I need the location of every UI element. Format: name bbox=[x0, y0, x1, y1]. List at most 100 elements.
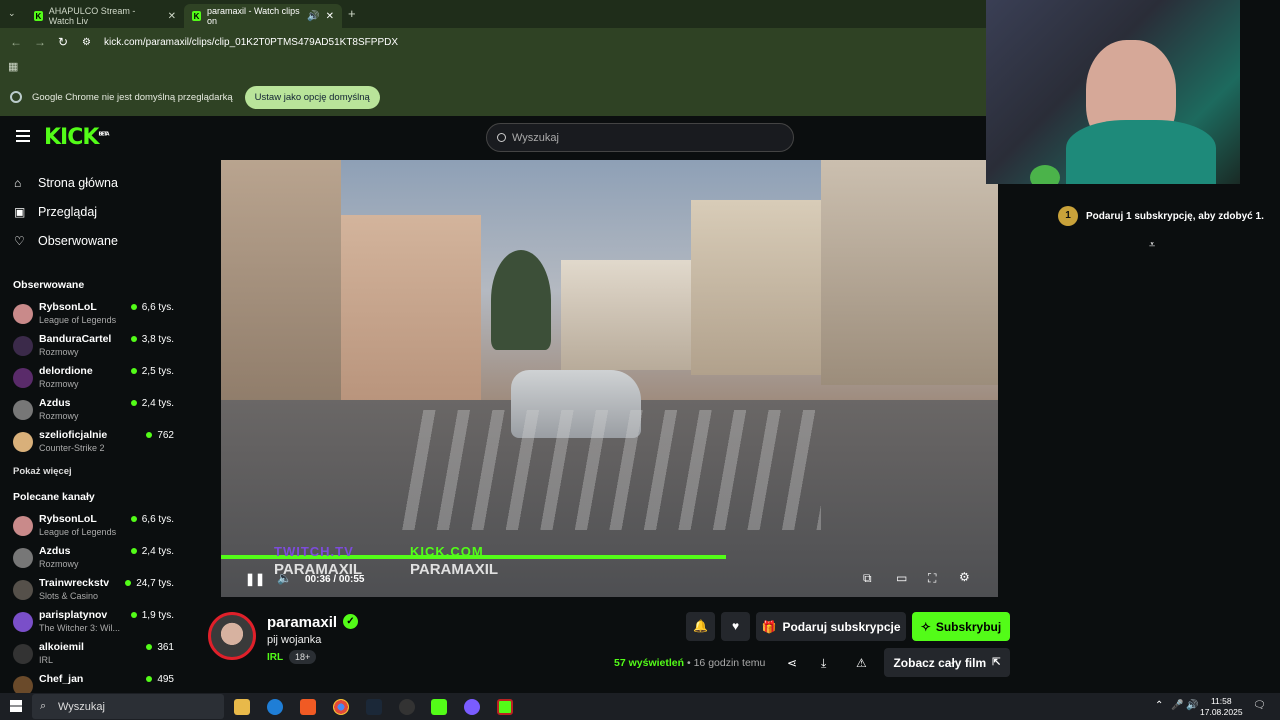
building-right-2 bbox=[821, 160, 998, 385]
sparkle-icon: ✧ bbox=[920, 619, 931, 634]
channel-row[interactable]: Azdus Rozmowy 2,4 tys. bbox=[0, 394, 188, 426]
windows-start-icon[interactable] bbox=[10, 700, 22, 712]
channel-avatar bbox=[13, 400, 33, 420]
channel-row[interactable]: RybsonLoL League of Legends 6,6 tys. bbox=[0, 510, 188, 542]
apps-grid-icon[interactable]: ▦ bbox=[8, 60, 18, 73]
set-default-button[interactable]: Ustaw jako opcję domyślną bbox=[244, 85, 380, 109]
clock[interactable]: 11:58 17.08.2025 bbox=[1200, 696, 1243, 718]
address-bar-row: ← → ↻ ⚙ kick.com/paramaxil/clips/clip_01… bbox=[0, 28, 986, 56]
obs-icon[interactable] bbox=[399, 699, 415, 715]
channel-avatar bbox=[13, 368, 33, 388]
channel-row[interactable]: RybsonLoL League of Legends 6,6 tys. bbox=[0, 298, 188, 330]
taskbar-search[interactable]: ⌕ Wyszukaj bbox=[32, 694, 224, 719]
settings-icon[interactable]: ⚙ bbox=[959, 570, 970, 584]
tab-paramaxil[interactable]: K paramaxil - Watch clips on 🔊 ✕ bbox=[184, 4, 342, 28]
channel-avatar bbox=[13, 580, 33, 600]
channel-avatar bbox=[13, 432, 33, 452]
theater-mode-icon[interactable]: ▭ bbox=[896, 571, 907, 585]
url-field[interactable]: kick.com/paramaxil/clips/clip_01K2T0PTMS… bbox=[104, 37, 398, 48]
recommended-list: RybsonLoL League of Legends 6,6 tys. Azdus R… bbox=[0, 510, 188, 693]
volume-icon[interactable]: 🔈 bbox=[277, 571, 292, 585]
fullscreen-icon[interactable]: ⛶ bbox=[928, 571, 936, 586]
channel-category: Rozmowy bbox=[39, 411, 79, 421]
tab-title: paramaxil - Watch clips on bbox=[206, 6, 300, 26]
channel-row[interactable]: alkoiemil IRL 361 bbox=[0, 638, 188, 670]
site-info-icon[interactable]: ⚙ bbox=[82, 37, 96, 48]
views-info: 57 wyświetleń • 16 godzin temu bbox=[614, 657, 765, 669]
recommended-section-title: Polecane kanały bbox=[13, 491, 95, 503]
channel-category: The Witcher 3: Wil... bbox=[39, 623, 121, 633]
channel-row[interactable]: Azdus Rozmowy 2,4 tys. bbox=[0, 542, 188, 574]
gift-notice: Podaruj 1 subskrypcję, aby zdobyć 1. bbox=[1086, 211, 1264, 222]
category-link[interactable]: IRL bbox=[267, 652, 283, 663]
share-icon[interactable]: ⋖ bbox=[787, 656, 797, 670]
building-corner bbox=[341, 215, 481, 415]
gift-icon: 🎁 bbox=[761, 619, 777, 634]
back-icon[interactable]: ← bbox=[10, 35, 24, 49]
notification-bell-button[interactable]: 🔔 bbox=[686, 612, 715, 641]
channel-avatar[interactable] bbox=[208, 612, 256, 660]
collapse-icon[interactable]: ⩡ bbox=[1149, 239, 1155, 252]
viewer-count: 6,6 tys. bbox=[131, 514, 174, 525]
subscribe-button[interactable]: ✧ Subskrybuj bbox=[912, 612, 1010, 641]
kick-logo[interactable]: KICKBETA bbox=[44, 125, 110, 150]
tab-list-icon[interactable]: ⌄ bbox=[8, 8, 16, 19]
tray-chevron-icon[interactable]: ⌃ bbox=[1155, 700, 1163, 711]
kick-app-icon[interactable] bbox=[431, 699, 447, 715]
speaker-icon[interactable]: 🔊 bbox=[1186, 700, 1198, 711]
follow-heart-button[interactable]: ♥ bbox=[721, 612, 750, 641]
channel-row[interactable]: szelioficjalnie Counter-Strike 2 762 bbox=[0, 426, 188, 458]
full-film-label: Zobacz cały film bbox=[893, 655, 987, 670]
viewer-count: 24,7 tys. bbox=[125, 578, 174, 589]
menu-icon[interactable] bbox=[16, 130, 30, 142]
heart-icon: ♥ bbox=[731, 619, 740, 633]
channel-row[interactable]: delordione Rozmowy 2,5 tys. bbox=[0, 362, 188, 394]
nav-home[interactable]: ⌂ Strona główna bbox=[0, 168, 188, 197]
notifications-icon[interactable]: 🗨 bbox=[1253, 700, 1266, 711]
watch-full-video-button[interactable]: Zobacz cały film ⇱ bbox=[884, 648, 1010, 677]
viewer-count: 361 bbox=[146, 642, 174, 653]
mute-tab-icon[interactable]: 🔊 bbox=[307, 11, 319, 22]
close-tab-icon[interactable]: ✕ bbox=[168, 11, 176, 22]
nav-following[interactable]: ♡ Obserwowane bbox=[0, 226, 188, 255]
channel-row[interactable]: Chef_jan 495 bbox=[0, 670, 188, 693]
pause-icon[interactable]: ❚❚ bbox=[245, 572, 265, 586]
nav-browse[interactable]: ▣ Przeglądaj bbox=[0, 197, 188, 226]
viewer-count: 2,5 tys. bbox=[131, 366, 174, 377]
chrome-taskbar-icon[interactable] bbox=[333, 699, 349, 715]
nav-label: Przeglądaj bbox=[38, 204, 98, 219]
show-more-link[interactable]: Pokaż więcej bbox=[0, 466, 188, 477]
discord-icon[interactable] bbox=[464, 699, 480, 715]
gift-subscriptions-button[interactable]: 🎁 Podaruj subskrypcje bbox=[756, 612, 906, 641]
microphone-icon[interactable]: 🎤 bbox=[1171, 700, 1183, 711]
steam-icon[interactable] bbox=[366, 699, 382, 715]
channel-name[interactable]: paramaxil bbox=[267, 614, 337, 631]
gift-badge-icon: 1 bbox=[1058, 206, 1078, 226]
brave-icon[interactable] bbox=[300, 699, 316, 715]
new-tab-button[interactable]: + bbox=[348, 6, 356, 21]
channel-row[interactable]: parisplatynov The Witcher 3: Wil... 1,9 ty… bbox=[0, 606, 188, 638]
frog-emote-icon bbox=[1030, 165, 1060, 184]
nav-label: Obserwowane bbox=[38, 233, 118, 248]
tree bbox=[491, 250, 551, 350]
default-browser-infobar: Google Chrome nie jest domyślną przegląd… bbox=[0, 78, 986, 116]
channel-row[interactable]: Trainwreckstv Slots & Casino 24,7 tys. bbox=[0, 574, 188, 606]
video-frame[interactable] bbox=[221, 160, 998, 597]
reload-icon[interactable]: ↻ bbox=[58, 35, 72, 49]
viewer-count: 762 bbox=[146, 430, 174, 441]
channel-category: Rozmowy bbox=[39, 347, 79, 357]
download-icon[interactable]: ⤓ bbox=[821, 656, 826, 671]
sidebar: ⌂ Strona główna ▣ Przeglądaj ♡ Obserwowane … bbox=[0, 160, 188, 693]
close-tab-icon[interactable]: ✕ bbox=[326, 11, 334, 22]
kick-studio-icon[interactable] bbox=[497, 699, 513, 715]
report-icon[interactable]: ⚠ bbox=[856, 656, 867, 670]
followed-list: RybsonLoL League of Legends 6,6 tys. Bandur… bbox=[0, 298, 188, 458]
tab-ahapulco[interactable]: K AHAPULCO Stream - Watch Liv ✕ bbox=[26, 4, 184, 28]
building-mid bbox=[561, 260, 691, 370]
forward-icon[interactable]: → bbox=[34, 35, 48, 49]
search-input[interactable]: Wyszukaj bbox=[486, 123, 794, 152]
channel-row[interactable]: BanduraCartel Rozmowy 3,8 tys. bbox=[0, 330, 188, 362]
file-explorer-icon[interactable] bbox=[234, 699, 250, 715]
edge-icon[interactable] bbox=[267, 699, 283, 715]
pip-icon[interactable]: ⧉ bbox=[863, 571, 872, 586]
